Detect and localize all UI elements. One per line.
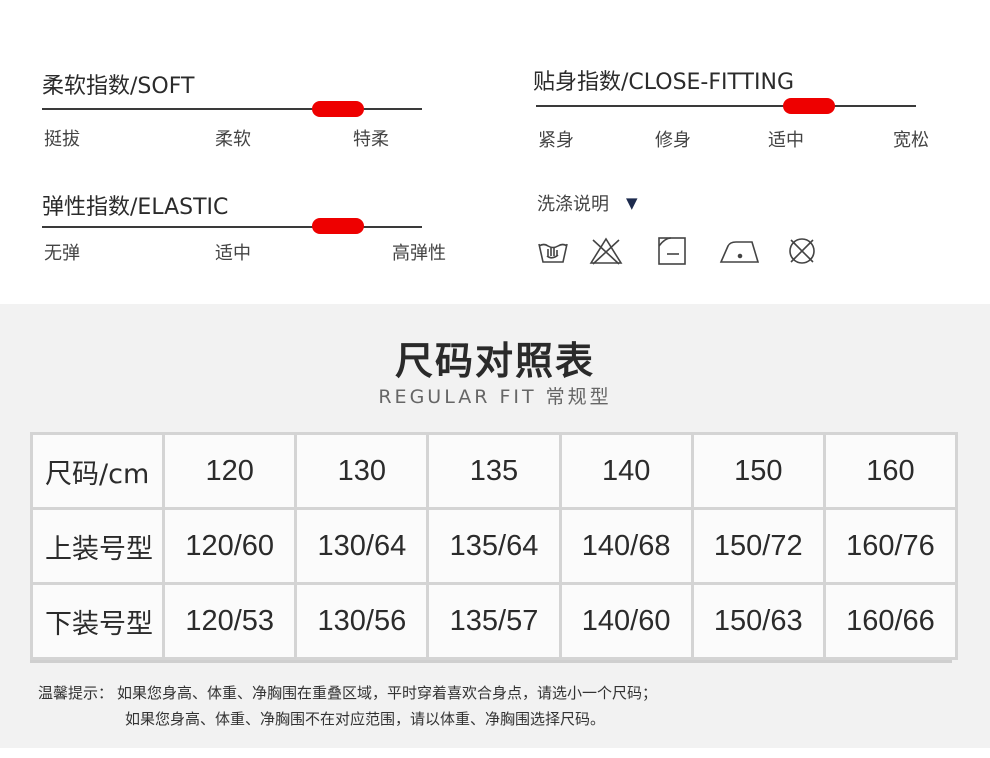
hand-wash-icon: [536, 234, 570, 268]
table-cell: 上装号型: [29, 507, 166, 585]
table-cell: 150: [690, 432, 826, 510]
wash-instructions-title: 洗涤说明: [537, 194, 609, 215]
table-cell: 160: [822, 432, 959, 510]
table-cell: 135/57: [426, 582, 562, 660]
soft-scale-marker: [312, 101, 364, 117]
table-cell: 130/64: [294, 507, 430, 585]
size-chart-panel: 尺码对照表 REGULAR FIT 常规型 尺码/cm 120 130 135 …: [0, 304, 990, 748]
no-bleach-icon: [589, 234, 623, 268]
soft-label-extra-soft: 特柔: [353, 129, 389, 150]
table-cell: 120/60: [162, 507, 298, 585]
soft-label-firm: 挺拔: [44, 129, 80, 150]
table-cell: 尺码/cm: [29, 432, 166, 510]
table-row: 上装号型 120/60 130/64 135/64 140/68 150/72 …: [29, 507, 959, 585]
table-cell: 160/76: [822, 507, 959, 585]
table-cell: 160/66: [822, 582, 959, 660]
table-cell: 140/68: [558, 507, 694, 585]
iron-icon: [718, 234, 762, 268]
table-cell: 130/56: [294, 582, 430, 660]
tip-label: 温馨提示：: [38, 684, 114, 702]
table-cell: 120/53: [162, 582, 298, 660]
fabric-attributes-panel: 柔软指数/SOFT 挺拔 柔软 特柔 贴身指数/CLOSE-FITTING 紧身…: [0, 0, 990, 300]
dropdown-arrow-icon: ▼: [626, 194, 638, 212]
table-cell: 135/64: [426, 507, 562, 585]
fitting-scale-marker: [783, 98, 835, 114]
table-cell: 150/63: [690, 582, 826, 660]
table-cell: 140: [558, 432, 694, 510]
soft-index-title: 柔软指数/SOFT: [42, 74, 195, 99]
size-chart-subtitle: REGULAR FIT 常规型: [378, 386, 612, 408]
no-dry-clean-icon: [785, 234, 819, 268]
fitting-scale-line: [536, 105, 916, 107]
table-row: 下装号型 120/53 130/56 135/57 140/60 150/63 …: [29, 582, 959, 660]
soft-label-soft: 柔软: [215, 129, 251, 150]
tip-line-2: 如果您身高、体重、净胸围不在对应范围，请以体重、净胸围选择尺码。: [125, 710, 606, 728]
elastic-index-title: 弹性指数/ELASTIC: [42, 195, 229, 220]
tumble-dry-icon: [655, 234, 689, 268]
fitting-label-tight: 紧身: [538, 130, 574, 151]
elastic-scale-marker: [312, 218, 364, 234]
table-cell: 130: [294, 432, 430, 510]
elastic-scale-line: [42, 226, 422, 228]
fitting-label-loose: 宽松: [893, 130, 929, 151]
table-cell: 150/72: [690, 507, 826, 585]
soft-scale-line: [42, 108, 422, 110]
fitting-label-regular: 适中: [768, 130, 804, 151]
elastic-label-medium: 适中: [215, 243, 251, 264]
size-table: 尺码/cm 120 130 135 140 150 160 上装号型 120/6…: [29, 432, 959, 660]
table-row: 尺码/cm 120 130 135 140 150 160: [29, 432, 959, 510]
elastic-label-high: 高弹性: [392, 243, 446, 264]
table-cell: 140/60: [558, 582, 694, 660]
tip-line-1: 温馨提示： 如果您身高、体重、净胸围在重叠区域，平时穿着喜欢合身点，请选小一个尺码…: [38, 682, 657, 703]
fitting-index-title: 贴身指数/CLOSE-FITTING: [533, 70, 794, 95]
divider: [30, 660, 952, 663]
table-cell: 下装号型: [29, 582, 166, 660]
fitting-label-slim: 修身: [655, 130, 691, 151]
table-cell: 135: [426, 432, 562, 510]
tip-text-1: 如果您身高、体重、净胸围在重叠区域，平时穿着喜欢合身点，请选小一个尺码；: [117, 684, 658, 702]
size-chart-title: 尺码对照表: [394, 339, 595, 383]
table-cell: 120: [162, 432, 298, 510]
elastic-label-none: 无弹: [44, 243, 80, 264]
